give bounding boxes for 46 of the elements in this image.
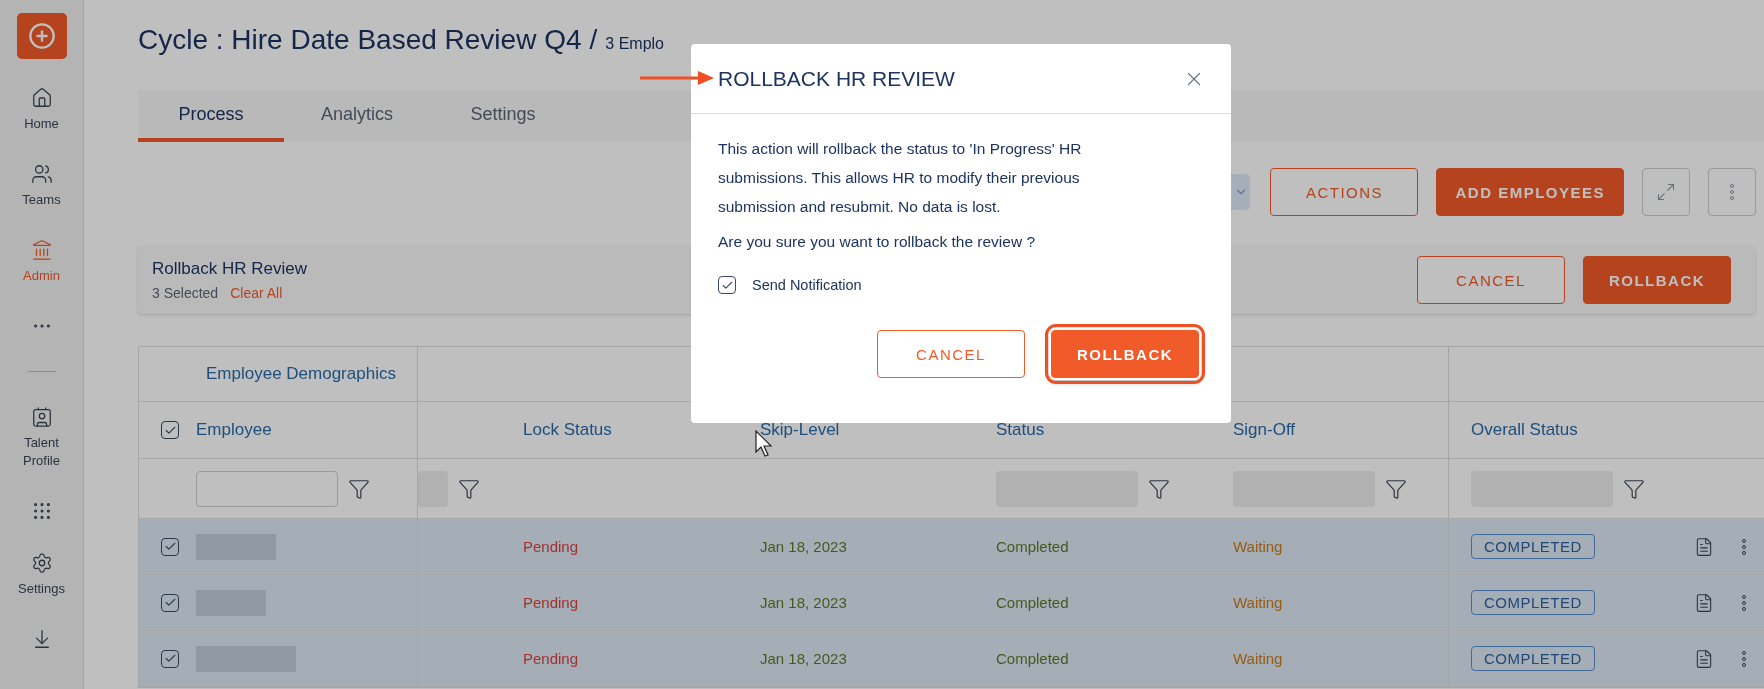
nav-item[interactable]: Talent Profile: [6, 434, 77, 470]
table-cell: Jan 18, 2023: [760, 538, 847, 555]
table-cell: Waiting: [1233, 650, 1283, 667]
nav-item[interactable]: Admin: [23, 267, 60, 285]
selection-title: Rollback HR Review: [152, 259, 307, 279]
rollback-button[interactable]: ROLLBACK: [1583, 256, 1731, 304]
table-cell: Completed: [996, 650, 1069, 667]
table-cell: Waiting: [1233, 594, 1283, 611]
nav-item[interactable]: Settings: [18, 580, 65, 598]
status-badge: COMPLETED: [1471, 590, 1595, 615]
column-header[interactable]: Overall Status: [1471, 420, 1578, 440]
status-badge: COMPLETED: [1471, 646, 1595, 671]
nav-item[interactable]: Home: [24, 115, 59, 133]
dialog-message: This action will rollback the status to 'In Progress' HR submissions. This allows HR to modify their previous submission and resubmit. No data is lost.: [718, 139, 1083, 217]
tab[interactable]: Process: [138, 90, 284, 142]
rollback-button[interactable]: ROLLBACK: [1051, 330, 1199, 378]
tab[interactable]: Analytics: [284, 90, 430, 142]
table-cell: Pending: [523, 650, 579, 667]
table-cell: Pending: [523, 538, 579, 555]
tab[interactable]: Settings: [430, 90, 576, 142]
column-header[interactable]: Sign-Off: [1233, 420, 1296, 440]
actions-button[interactable]: ACTIONS: [1270, 168, 1419, 216]
add-employees-button[interactable]: ADD EMPLOYEES: [1436, 168, 1624, 216]
table-cell: Jan 18, 2023: [760, 594, 847, 611]
column-header[interactable]: Status: [996, 420, 1045, 440]
column-header[interactable]: Employee: [196, 420, 272, 440]
page-title: Cycle : Hire Date Based Review Q4: [138, 24, 582, 56]
table-cell: Jan 18, 2023: [760, 650, 847, 667]
column-group-header: Employee Demographics: [206, 364, 396, 384]
nav-item[interactable]: Teams: [22, 191, 61, 209]
table-cell: Completed: [996, 538, 1069, 555]
cancel-button[interactable]: CANCEL: [877, 330, 1025, 378]
dialog-title: ROLLBACK HR REVIEW: [718, 66, 955, 91]
employee-count: 3 Emplo: [605, 35, 664, 53]
checkbox-label: Send Notification: [752, 277, 862, 293]
selected-count: 3 Selected: [152, 285, 219, 301]
clear-all-link[interactable]: Clear All: [230, 285, 283, 301]
table-cell: Waiting: [1233, 538, 1283, 555]
confirmation-question: Are you sure you want to rollback the review ?: [718, 232, 1037, 252]
column-header[interactable]: Lock Status: [523, 420, 612, 440]
cancel-button[interactable]: CANCEL: [1417, 256, 1565, 304]
title-separator: /: [589, 24, 598, 56]
table-cell: Pending: [523, 594, 579, 611]
table-cell: Completed: [996, 594, 1069, 611]
column-header[interactable]: Skip-Level: [760, 420, 840, 440]
status-badge: COMPLETED: [1471, 534, 1595, 559]
